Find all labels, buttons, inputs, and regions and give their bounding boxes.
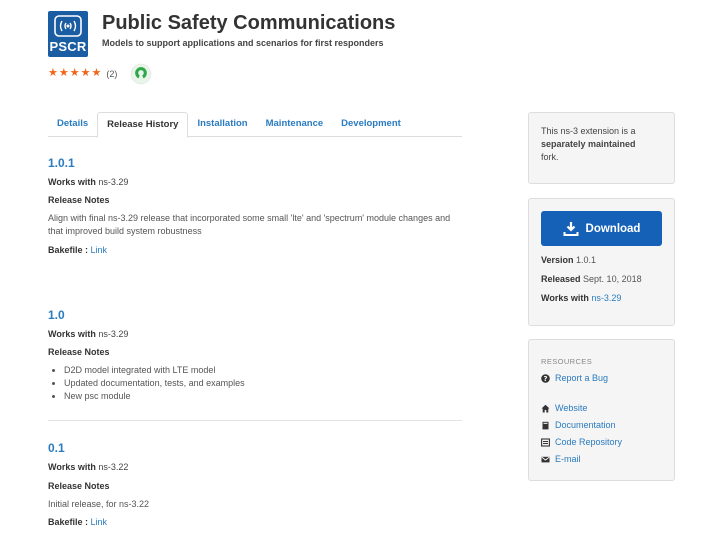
- release-version: 1.0: [48, 308, 65, 322]
- project-logo: PSCR: [48, 11, 88, 57]
- resource-label: Code Repository: [555, 437, 623, 447]
- logo-text: PSCR: [49, 39, 87, 54]
- bakefile-row: Bakefile : Link: [48, 517, 108, 527]
- tab-details[interactable]: Details: [48, 112, 97, 137]
- release-version: 0.1: [48, 441, 65, 455]
- antenna-logo-icon: [54, 15, 82, 37]
- bakefile-link[interactable]: Link: [91, 517, 108, 527]
- resource-report-bug[interactable]: ? Report a Bug: [541, 373, 608, 383]
- resource-label: E-mail: [555, 454, 581, 464]
- release-works-with: Works with ns-3.29: [48, 177, 129, 187]
- release-entry: 1.0 Works with ns-3.29 Release Notes D2D…: [48, 308, 462, 403]
- version-row: Version 1.0.1: [541, 255, 597, 265]
- released-row: Released Sept. 10, 2018: [541, 274, 642, 284]
- release-notes-text: Align with final ns-3.29 release that in…: [48, 213, 451, 236]
- repository-icon: [541, 437, 550, 447]
- download-panel: Download Version 1.0.1 Released Sept. 10…: [528, 198, 675, 326]
- resource-code-repository[interactable]: Code Repository: [541, 437, 622, 447]
- tab-maintenance[interactable]: Maintenance: [257, 112, 333, 137]
- release-notes-text: Initial release, for ns-3.22: [48, 499, 150, 509]
- home-icon: [541, 404, 550, 413]
- release-notes-heading: Release Notes: [48, 481, 110, 491]
- resource-label: Documentation: [555, 420, 616, 430]
- rating-stars: ★ ★ ★ ★ ★: [48, 68, 101, 79]
- resources-panel: RESOURCES ? Report a Bug Website Documen…: [528, 339, 675, 481]
- tab-release-history[interactable]: Release History: [97, 112, 189, 138]
- resource-website[interactable]: Website: [541, 403, 587, 413]
- list-item: D2D model integrated with LTE model: [64, 364, 462, 377]
- question-circle-icon: ?: [541, 373, 550, 383]
- bakefile-link[interactable]: Link: [91, 245, 108, 255]
- rating[interactable]: ★ ★ ★ ★ ★ (2): [48, 68, 117, 79]
- page-subtitle: Models to support applications and scena…: [102, 38, 384, 48]
- list-item: Updated documentation, tests, and exampl…: [64, 377, 462, 390]
- release-notes-list: D2D model integrated with LTE model Upda…: [48, 364, 462, 403]
- resource-email[interactable]: E-mail: [541, 454, 581, 464]
- release-notes-heading: Release Notes: [48, 195, 110, 205]
- tab-installation[interactable]: Installation: [188, 112, 256, 137]
- star-icon: ★: [69, 67, 80, 79]
- works-with-link[interactable]: ns-3.29: [591, 293, 621, 303]
- resource-label: Report a Bug: [555, 373, 609, 383]
- release-works-with: Works with ns-3.29: [48, 329, 129, 339]
- star-icon: ★: [58, 67, 69, 79]
- release-entry: 0.1 Works with ns-3.22 Release Notes Ini…: [48, 441, 462, 527]
- bakefile-row: Bakefile : Link: [48, 245, 108, 255]
- divider: [48, 420, 462, 421]
- star-icon: ★: [48, 67, 58, 79]
- download-icon: [563, 221, 579, 236]
- download-label: Download: [585, 222, 641, 235]
- open-source-icon: [130, 63, 152, 85]
- page-title: Public Safety Communications: [102, 12, 396, 34]
- svg-text:?: ?: [543, 375, 547, 383]
- rating-count: (2): [106, 68, 118, 79]
- star-icon: ★: [80, 67, 91, 79]
- resource-label: Website: [555, 403, 588, 413]
- list-item: New psc module: [64, 390, 462, 403]
- release-version: 1.0.1: [48, 156, 75, 170]
- resource-documentation[interactable]: Documentation: [541, 420, 616, 430]
- tab-bar: Details Release History Installation Mai…: [48, 112, 462, 138]
- envelope-icon: [541, 455, 550, 464]
- release-notes-heading: Release Notes: [48, 347, 110, 357]
- release-works-with: Works with ns-3.22: [48, 462, 129, 472]
- download-button[interactable]: Download: [541, 211, 662, 246]
- fork-note-panel: This ns-3 extension is a separately main…: [528, 112, 675, 184]
- tab-development[interactable]: Development: [332, 112, 410, 137]
- works-with-row: Works with ns-3.29: [541, 293, 622, 303]
- fork-note: This ns-3 extension is a separately main…: [541, 126, 636, 162]
- release-entry: 1.0.1 Works with ns-3.29 Release Notes A…: [48, 156, 462, 255]
- resources-heading: RESOURCES: [541, 357, 593, 366]
- star-icon: ★: [91, 67, 102, 79]
- book-icon: [541, 421, 550, 430]
